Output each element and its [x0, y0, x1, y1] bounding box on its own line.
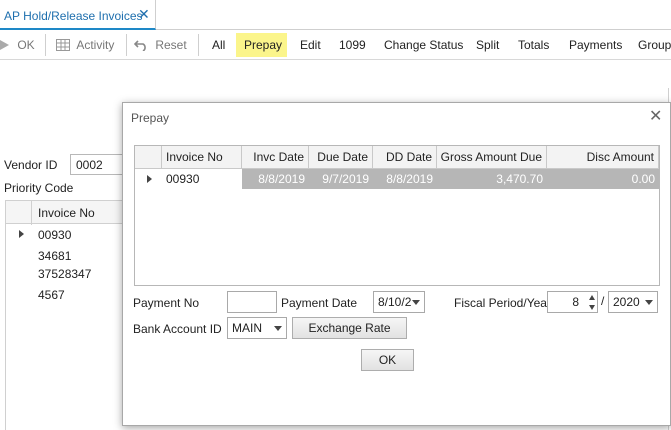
col-header-invc-date[interactable]: Invc Date	[242, 146, 309, 169]
bank-account-value: MAIN	[232, 321, 262, 335]
payment-no-field[interactable]	[227, 291, 277, 313]
cell-invc-date[interactable]: 8/8/2019	[242, 169, 309, 189]
split-button[interactable]: Split	[476, 37, 499, 55]
row-indicator-icon	[19, 230, 24, 238]
cell-invoice-no[interactable]: 00930	[162, 169, 242, 189]
close-icon[interactable]: ✕	[138, 7, 150, 21]
cell-dd-date[interactable]: 8/8/2019	[373, 169, 437, 189]
list-item[interactable]: 4567	[38, 288, 65, 302]
spin-up-icon[interactable]	[589, 295, 595, 300]
bank-account-select[interactable]: MAIN	[227, 317, 287, 339]
list-item[interactable]: 00930	[38, 228, 71, 242]
invoice-no-header[interactable]: Invoice No	[38, 206, 95, 220]
prepay-dialog: Prepay ✕ Invoice No Invc Date Due Date D…	[122, 102, 671, 426]
spin-down-icon[interactable]	[589, 305, 595, 310]
invoice-grid: Invoice No 00930 34681 37528347 4567	[5, 200, 126, 430]
prepay-button[interactable]: Prepay	[244, 37, 282, 55]
priority-code-label: Priority Code	[4, 181, 74, 195]
list-item[interactable]: 34681	[38, 249, 71, 263]
activity-button[interactable]: Activity	[56, 37, 114, 55]
payment-date-field[interactable]: 8/10/2	[373, 291, 425, 313]
fiscal-separator: /	[601, 294, 605, 308]
col-header-invoice-no[interactable]: Invoice No	[162, 146, 242, 169]
col-header-disc-amount[interactable]: Disc Amount	[547, 146, 659, 169]
1099-button[interactable]: 1099	[339, 37, 366, 55]
play-icon	[0, 40, 9, 50]
invoice-grid-header: Invoice No	[6, 200, 126, 225]
dialog-title: Prepay	[131, 111, 170, 125]
toolbar-separator	[198, 34, 199, 56]
col-header-dd-date[interactable]: DD Date	[373, 146, 437, 169]
edit-button[interactable]: Edit	[300, 37, 321, 55]
undo-icon	[133, 40, 146, 52]
ok-toolbar-button[interactable]: OK	[0, 37, 35, 55]
activity-label: Activity	[76, 38, 115, 52]
payments-button[interactable]: Payments	[569, 37, 622, 55]
toolbar-separator	[45, 34, 46, 56]
exchange-rate-button[interactable]: Exchange Rate	[292, 317, 407, 339]
fiscal-period-value: 8	[572, 295, 579, 309]
payment-no-label: Payment No	[133, 296, 200, 310]
list-item[interactable]: 37528347	[38, 267, 91, 281]
fiscal-period-stepper[interactable]: 8	[547, 291, 598, 313]
toolbar: OK Activity Reset All Prepay Edit 1099 C…	[0, 30, 671, 60]
group-button[interactable]: Group	[638, 37, 671, 55]
vendor-id-field[interactable]: 0002	[70, 154, 130, 175]
fiscal-year-value: 2020	[613, 295, 640, 309]
fiscal-period-year-label: Fiscal Period/Year	[454, 296, 551, 310]
cell-due-date[interactable]: 9/7/2019	[309, 169, 373, 189]
row-header-corner	[135, 146, 162, 169]
ok-label: OK	[17, 38, 35, 52]
col-header-gross-amount-due[interactable]: Gross Amount Due	[437, 146, 547, 169]
bank-account-id-label: Bank Account ID	[133, 322, 222, 336]
totals-button[interactable]: Totals	[518, 37, 549, 55]
all-button[interactable]: All	[212, 37, 225, 55]
vendor-id-label: Vendor ID	[4, 158, 58, 172]
close-icon[interactable]: ✕	[649, 109, 662, 125]
col-header-due-date[interactable]: Due Date	[309, 146, 373, 169]
grid-icon	[56, 39, 70, 51]
chevron-down-icon[interactable]	[412, 300, 420, 305]
change-status-button[interactable]: Change Status	[384, 37, 463, 55]
cell-disc-amount[interactable]: 0.00	[547, 169, 659, 189]
cell-gross-amount-due[interactable]: 3,470.70	[437, 169, 547, 189]
prepay-grid: Invoice No Invc Date Due Date DD Date Gr…	[134, 145, 660, 286]
payment-date-label: Payment Date	[281, 296, 358, 310]
fiscal-year-select[interactable]: 2020	[608, 291, 658, 313]
reset-label: Reset	[155, 38, 187, 52]
tab-ap-hold-release-invoices[interactable]: AP Hold/Release Invoices ✕	[0, 0, 156, 30]
row-indicator-icon	[147, 175, 152, 183]
tab-title: AP Hold/Release Invoices	[4, 9, 143, 23]
toolbar-separator	[126, 34, 127, 56]
chevron-down-icon[interactable]	[645, 300, 653, 305]
payment-date-value: 8/10/2	[378, 295, 412, 309]
ok-button[interactable]: OK	[361, 349, 414, 371]
reset-button[interactable]: Reset	[133, 37, 187, 55]
tab-bar: AP Hold/Release Invoices ✕	[0, 0, 671, 30]
chevron-down-icon[interactable]	[274, 326, 282, 331]
